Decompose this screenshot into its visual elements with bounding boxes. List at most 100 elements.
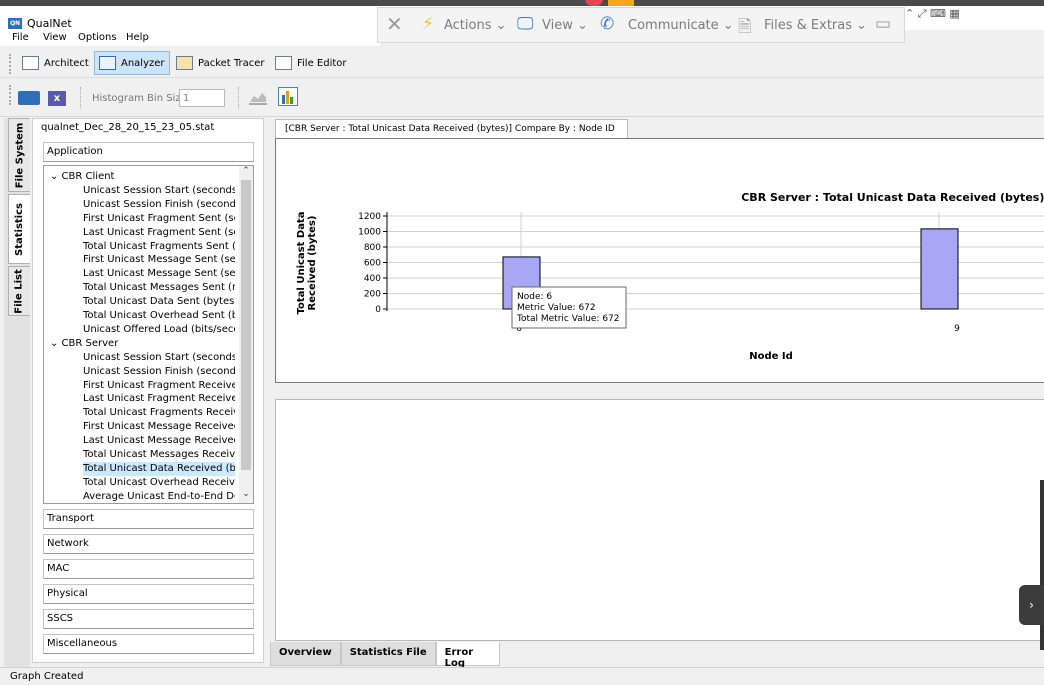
tree-item[interactable]: Total Unicast Fragments Receiv... (83, 406, 235, 420)
tree-item[interactable]: Unicast Offered Load (bits/seco... (83, 323, 235, 337)
window-icon[interactable]: ▭ (875, 14, 891, 34)
histogram-bin-size-input[interactable] (179, 89, 225, 107)
tab-statistics-file[interactable]: Statistics File (340, 642, 436, 666)
y-tick-label: 0 (375, 305, 381, 315)
tree-item[interactable]: Total Unicast Data Received (b... (83, 461, 235, 476)
tree-item[interactable]: Total Unicast Fragments Sent (f... (83, 240, 235, 254)
view-menu[interactable]: View ⌄ (542, 18, 588, 33)
architect-label: Architect (44, 57, 89, 69)
architect-button[interactable]: Architect (18, 51, 93, 75)
tab-file-list[interactable]: File List (8, 266, 30, 316)
communicate-menu[interactable]: Communicate ⌄ (628, 18, 734, 33)
vertical-tab-strip: File System Statistics File List (4, 118, 30, 678)
menu-file[interactable]: File (12, 32, 29, 43)
side-panel-toggle[interactable]: › (1019, 585, 1044, 625)
menu-bar: File View Options Help (0, 30, 380, 46)
actions-menu[interactable]: Actions ⌄ (444, 18, 507, 33)
bottom-tab-strip: Overview Statistics File Error Log (270, 642, 500, 669)
menu-view[interactable]: View (43, 32, 67, 43)
tab-overview[interactable]: Overview (270, 642, 341, 666)
keyboard-icon[interactable]: ⌨ (930, 7, 946, 20)
tree-group[interactable]: ⌄ CBR Server (50, 337, 118, 351)
tree-item[interactable]: Last Unicast Message Sent (sec... (83, 267, 235, 281)
tree-item[interactable]: Last Unicast Message Received... (83, 434, 235, 448)
actions-label: Actions (444, 18, 492, 33)
analyzer-button[interactable]: Analyzer (94, 51, 170, 75)
tree-item[interactable]: First Unicast Message Received... (83, 420, 235, 434)
y-axis-label-line: Total Unicast Data (296, 212, 307, 315)
toolbar-grip (9, 85, 12, 105)
tooltip-metric: Metric Value: 672 (517, 303, 596, 313)
tree-item[interactable]: Unicast Session Start (seconds) (83, 351, 235, 365)
menu-options[interactable]: Options (78, 32, 117, 43)
tree-item[interactable]: First Unicast Message Sent (sec... (83, 253, 235, 267)
scroll-down-icon[interactable]: ⌄ (239, 489, 253, 503)
grid-icon[interactable]: ▦ (949, 7, 959, 20)
chart-panel: CBR Server : Total Unicast Data Received… (275, 138, 1044, 383)
bar-chart-glyph (282, 91, 293, 104)
category-application[interactable]: Application (43, 142, 254, 162)
y-tick-label: 1200 (358, 212, 381, 222)
tree-item[interactable]: Last Unicast Fragment Sent (se... (83, 226, 235, 240)
area-chart-icon[interactable] (249, 90, 267, 105)
files-extras-menu[interactable]: Files & Extras ⌄ (764, 18, 867, 33)
close-file-icon[interactable]: x (48, 91, 66, 106)
x-axis-label: Node Id (749, 351, 793, 362)
tree-item[interactable]: Unicast Session Finish (seconds) (83, 365, 235, 379)
category-header[interactable]: Physical (43, 584, 254, 604)
remote-session-toolbar: ✕ ⚡ Actions ⌄ 🖵 View ⌄ ✆ Communicate ⌄ 🗎… (377, 7, 905, 43)
files-extras-label: Files & Extras (764, 18, 853, 33)
packet-tracer-button[interactable]: Packet Tracer (172, 51, 269, 75)
tree-item[interactable]: Total Unicast Overhead Receiv... (83, 476, 235, 490)
chevron-up-icon[interactable]: ⌃ (905, 7, 914, 20)
tree-item[interactable]: Total Unicast Data Sent (bytes) (83, 295, 235, 309)
bar-chart-icon[interactable] (278, 87, 298, 106)
y-tick-label: 800 (364, 243, 381, 253)
tab-error-log[interactable]: Error Log (435, 642, 500, 669)
tooltip-node: Node: 6 (517, 292, 552, 302)
tree-item[interactable]: Unicast Session Start (seconds) (83, 184, 235, 198)
tab-statistics[interactable]: Statistics (8, 194, 30, 264)
tree-item[interactable]: Total Unicast Messages Sent (m... (83, 281, 235, 295)
app-title: QualNet (27, 17, 72, 30)
tree-scrollbar[interactable]: ⌃ ⌄ (239, 166, 253, 503)
file-editor-button[interactable]: File Editor (271, 51, 351, 75)
open-folder-icon[interactable] (18, 91, 40, 105)
close-icon[interactable]: ✕ (386, 12, 403, 36)
tree-item[interactable]: First Unicast Fragment Sent (se... (83, 212, 235, 226)
bar-chart-icon (99, 56, 116, 70)
tree-item[interactable]: Last Unicast Fragment Receive... (83, 392, 235, 406)
histogram-bin-size-label: Histogram Bin Size (92, 93, 187, 104)
chart-title: CBR Server : Total Unicast Data Received… (741, 191, 1044, 204)
scroll-up-icon[interactable]: ⌃ (239, 166, 253, 180)
tree-group[interactable]: ⌄ CBR Client (50, 170, 114, 184)
x-tick-label: 9 (954, 324, 960, 334)
category-header[interactable]: Miscellaneous (43, 634, 254, 654)
y-axis-label-line: Received (bytes) (307, 216, 318, 311)
file-transfer-icon: 🗎 (738, 17, 752, 37)
menu-help[interactable]: Help (126, 32, 149, 43)
category-header[interactable]: SSCS (43, 609, 254, 629)
tree-item[interactable]: Total Unicast Messages Receiv... (83, 448, 235, 462)
monitor-icon: 🖵 (517, 14, 534, 34)
category-header[interactable]: Transport (43, 509, 254, 529)
expand-icon[interactable]: ⤢ (918, 7, 927, 20)
status-bar: Graph Created (0, 667, 1044, 685)
tree-item[interactable]: Total Unicast Overhead Sent (b... (83, 309, 235, 323)
chart-tab[interactable]: [CBR Server : Total Unicast Data Receive… (275, 119, 628, 139)
tab-file-system[interactable]: File System (8, 118, 30, 192)
scrollbar-thumb[interactable] (241, 180, 251, 470)
statistics-tree: ⌃ ⌄ ⌄ CBR Client Unicast Session Start (s… (43, 165, 254, 504)
category-header[interactable]: Network (43, 534, 254, 554)
lightning-icon: ⚡ (422, 14, 434, 34)
tree-item[interactable]: First Unicast Fragment Receive... (83, 379, 235, 393)
tree-item[interactable]: Unicast Session Finish (seconds) (83, 198, 235, 212)
analyzer-label: Analyzer (121, 57, 165, 69)
toolbar-grip (9, 54, 12, 74)
category-header[interactable]: MAC (43, 559, 254, 579)
tree-item[interactable]: Average Unicast End-to-End De... (83, 490, 235, 503)
phone-chat-icon: ✆ (600, 14, 615, 34)
remote-extra-controls: ⌃ ⤢ ⌨ ▦ (905, 7, 960, 21)
y-tick-label: 600 (364, 259, 381, 269)
y-tick-label: 200 (364, 290, 381, 300)
